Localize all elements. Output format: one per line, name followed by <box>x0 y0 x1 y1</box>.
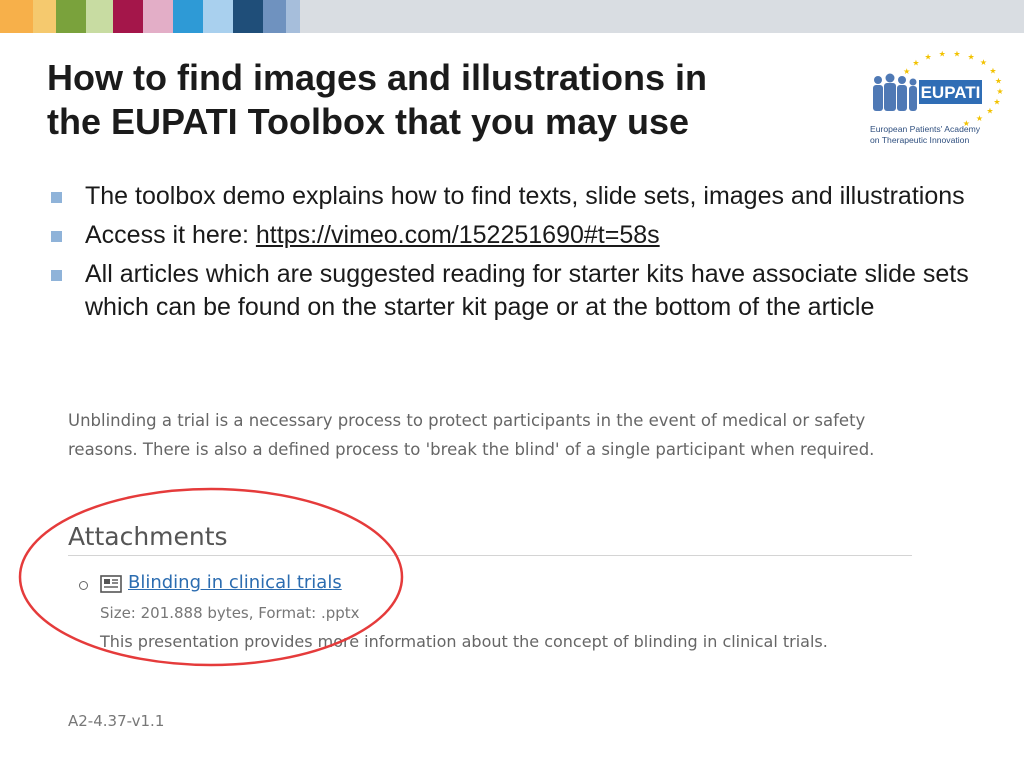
star-icon: ★ <box>995 76 1002 85</box>
star-icon: ★ <box>986 107 993 116</box>
star-icon: ★ <box>903 67 910 76</box>
highlight-circle <box>18 487 404 667</box>
color-strip-segment <box>300 0 1024 33</box>
star-icon: ★ <box>968 52 975 61</box>
color-strip <box>0 0 1024 33</box>
star-icon: ★ <box>989 67 996 76</box>
star-icon: ★ <box>993 97 1000 106</box>
screenshot-intro-text: Unblinding a trial is a necessary proces… <box>68 411 875 459</box>
bullet-square-icon <box>51 270 62 281</box>
color-strip-segment <box>113 0 143 33</box>
color-strip-segment <box>86 0 113 33</box>
color-strip-segment <box>33 0 56 33</box>
star-icon: ★ <box>939 50 946 58</box>
star-icon: ★ <box>996 87 1003 96</box>
logo-name: EUPATI <box>921 83 981 102</box>
color-strip-segment <box>233 0 263 33</box>
bullet-square-icon <box>51 231 62 242</box>
bullet-square-icon <box>51 192 62 203</box>
star-icon: ★ <box>925 53 932 62</box>
people-icon <box>873 73 917 111</box>
star-icon: ★ <box>953 50 960 58</box>
vimeo-link[interactable]: https://vimeo.com/152251690#t=58s <box>256 221 660 249</box>
color-strip-segment <box>263 0 286 33</box>
highlight-ellipse <box>18 487 404 667</box>
star-icon: ★ <box>912 59 919 68</box>
slide-title: How to find images and illustrations in t… <box>47 56 827 144</box>
title-line-2: the EUPATI Toolbox that you may use <box>47 101 690 142</box>
bullet-text: The toolbox demo explains how to find te… <box>85 182 965 210</box>
color-strip-segment <box>56 0 86 33</box>
color-strip-segment <box>143 0 173 33</box>
color-strip-segment <box>286 0 300 33</box>
bullet-list: The toolbox demo explains how to find te… <box>47 180 977 330</box>
logo-tagline-2: on Therapeutic Innovation <box>870 135 969 145</box>
list-item: All articles which are suggested reading… <box>47 258 977 324</box>
eupati-logo: ★★★ ★ ★ ★★★★★★★★★ EUPATI European Patients'… <box>870 50 1003 145</box>
access-prefix: Access it here: <box>85 221 256 249</box>
color-strip-segment <box>203 0 233 33</box>
title-line-1: How to find images and illustrations in <box>47 57 708 98</box>
version-label: A2-4.37-v1.1 <box>68 712 165 730</box>
star-icon: ★ <box>980 58 987 67</box>
bullet-text: All articles which are suggested reading… <box>85 260 969 321</box>
color-strip-segment <box>0 0 33 33</box>
star-icon: ★ <box>976 114 983 123</box>
color-strip-segment <box>173 0 203 33</box>
list-item: The toolbox demo explains how to find te… <box>47 180 977 213</box>
list-item: Access it here: https://vimeo.com/152251… <box>47 219 977 252</box>
logo-tagline-1: European Patients' Academy <box>870 124 981 134</box>
